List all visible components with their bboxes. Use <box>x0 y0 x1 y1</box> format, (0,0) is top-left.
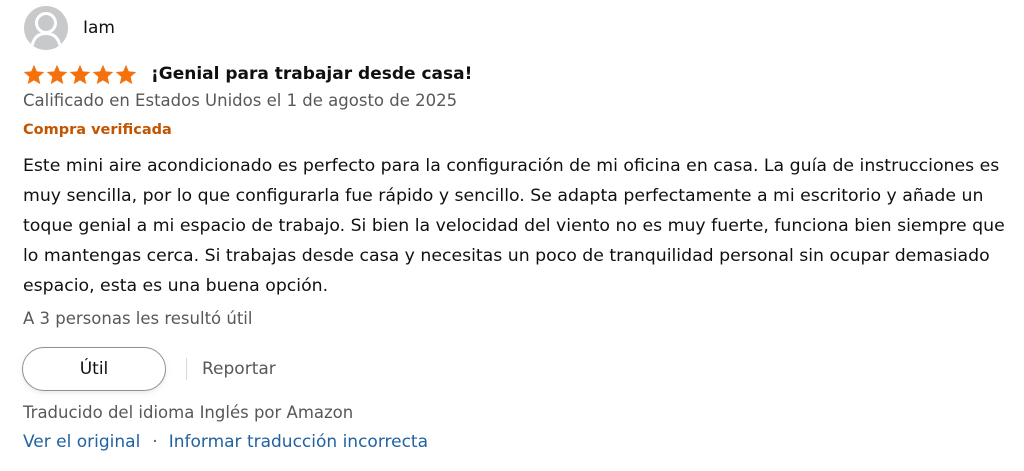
star-icon <box>115 64 137 85</box>
review-date: Calificado en Estados Unidos el 1 de ago… <box>23 91 458 110</box>
helpful-count: A 3 personas les resultó útil <box>23 309 253 328</box>
helpful-button[interactable]: Útil <box>22 347 166 391</box>
reviewer-name[interactable]: Iam <box>83 18 115 38</box>
translation-links: Ver el original · Informar traducción in… <box>23 432 428 452</box>
customer-review: Iam ¡Genial para trabajar desde casa! Ca… <box>0 0 1024 471</box>
verified-purchase-badge: Compra verificada <box>23 122 172 138</box>
default-profile-icon <box>24 6 68 50</box>
star-rating[interactable] <box>23 64 137 85</box>
link-separator: · <box>152 432 158 452</box>
review-title[interactable]: ¡Genial para trabajar desde casa! <box>151 64 472 84</box>
review-actions: Útil Reportar <box>22 347 276 391</box>
review-title-row: ¡Genial para trabajar desde casa! <box>23 60 472 88</box>
action-divider <box>186 358 187 380</box>
view-original-link[interactable]: Ver el original <box>23 432 140 452</box>
report-translation-link[interactable]: Informar traducción incorrecta <box>169 432 428 452</box>
reviewer-profile[interactable]: Iam <box>24 6 115 50</box>
star-icon <box>46 64 68 85</box>
translation-notice: Traducido del idioma Inglés por Amazon <box>23 403 354 422</box>
report-link[interactable]: Reportar <box>202 359 276 379</box>
star-icon <box>69 64 91 85</box>
star-icon <box>23 64 45 85</box>
star-icon <box>92 64 114 85</box>
review-body: Este mini aire acondicionado es perfecto… <box>23 156 1005 296</box>
